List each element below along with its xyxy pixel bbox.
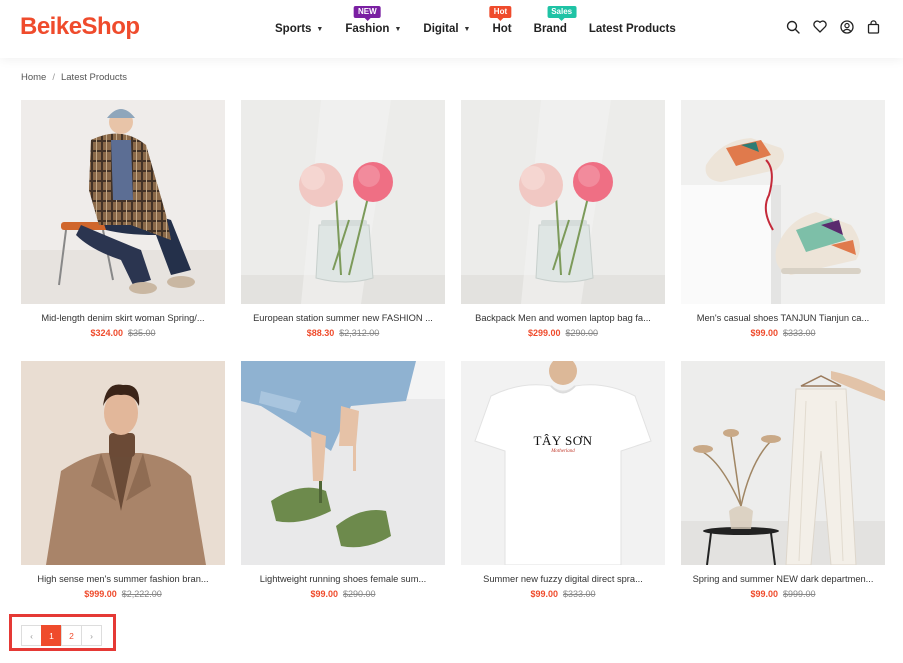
product-card[interactable]: Lightweight running shoes female sum... … bbox=[241, 361, 445, 599]
product-name[interactable]: Spring and summer NEW dark departmen... bbox=[681, 574, 885, 584]
product-old-price: $2,222.00 bbox=[121, 589, 162, 599]
product-prices: $99.00 $333.00 bbox=[461, 589, 665, 599]
main-nav: Sports ▼ NEW Fashion ▼ Digital ▼ Hot Hot… bbox=[275, 0, 676, 58]
product-name[interactable]: European station summer new FASHION ... bbox=[241, 313, 445, 323]
nav-label: Digital bbox=[423, 23, 459, 35]
product-image[interactable] bbox=[241, 100, 445, 304]
product-old-price: $35.00 bbox=[128, 328, 156, 338]
product-image[interactable] bbox=[21, 100, 225, 304]
nav-label: Latest Products bbox=[588, 23, 676, 35]
page-button-1[interactable]: 1 bbox=[41, 625, 62, 646]
product-image[interactable] bbox=[681, 100, 885, 304]
hot-badge: Hot bbox=[489, 6, 512, 18]
search-icon[interactable] bbox=[785, 19, 800, 34]
product-image[interactable] bbox=[681, 361, 885, 565]
product-price: $99.00 bbox=[750, 589, 778, 599]
product-card[interactable]: TÂY SƠN Motherland Summer new fuzzy digi… bbox=[461, 361, 665, 599]
product-old-price: $333.00 bbox=[562, 589, 596, 599]
tshirt-print-sub: Motherland bbox=[551, 449, 575, 454]
product-old-price: $2,312.00 bbox=[339, 328, 380, 338]
site-header: BeikeShop Sports ▼ NEW Fashion ▼ Digital… bbox=[0, 0, 903, 58]
heart-icon[interactable] bbox=[812, 19, 827, 34]
user-icon[interactable] bbox=[839, 19, 854, 34]
next-page-button[interactable]: › bbox=[81, 625, 102, 646]
breadcrumb: Home / Latest Products bbox=[21, 72, 127, 83]
nav-label: Fashion bbox=[345, 23, 390, 35]
product-card[interactable]: Backpack Men and women laptop bag fa... … bbox=[461, 100, 665, 338]
nav-latest-products[interactable]: Latest Products bbox=[589, 0, 676, 58]
product-name[interactable]: High sense men's summer fashion bran... bbox=[21, 574, 225, 584]
nav-hot[interactable]: Hot Hot bbox=[489, 0, 512, 58]
product-price: $99.00 bbox=[750, 328, 778, 338]
nav-label: Sports bbox=[275, 23, 312, 35]
caret-down-icon: ▼ bbox=[463, 25, 471, 33]
product-price: $999.00 bbox=[84, 589, 117, 599]
caret-down-icon: ▼ bbox=[394, 25, 402, 33]
product-prices: $324.00 $35.00 bbox=[21, 328, 225, 338]
nav-brand[interactable]: Sales Brand bbox=[533, 0, 577, 58]
tshirt-print-title: TÂY SƠN bbox=[533, 433, 593, 448]
product-name[interactable]: Summer new fuzzy digital direct spra... bbox=[461, 574, 665, 584]
page-button-2[interactable]: 2 bbox=[61, 625, 82, 646]
caret-down-icon: ▼ bbox=[316, 25, 324, 33]
product-old-price: $290.00 bbox=[565, 328, 599, 338]
nav-digital[interactable]: Digital ▼ bbox=[423, 0, 470, 58]
product-name[interactable]: Backpack Men and women laptop bag fa... bbox=[461, 313, 665, 323]
product-price: $88.30 bbox=[306, 328, 335, 338]
product-price: $99.00 bbox=[310, 589, 338, 599]
product-name[interactable]: Lightweight running shoes female sum... bbox=[241, 574, 445, 584]
product-card[interactable]: European station summer new FASHION ... … bbox=[241, 100, 445, 338]
pagination-highlight: ‹ 1 2 › bbox=[9, 614, 116, 651]
product-prices: $99.00 $999.00 bbox=[681, 589, 885, 599]
product-old-price: $290.00 bbox=[342, 589, 376, 599]
product-prices: $299.00 $290.00 bbox=[461, 328, 665, 338]
new-badge: NEW bbox=[354, 6, 381, 18]
product-prices: $88.30 $2,312.00 bbox=[241, 328, 445, 338]
product-prices: $99.00 $333.00 bbox=[681, 328, 885, 338]
product-card[interactable]: Men's casual shoes TANJUN Tianjun ca... … bbox=[681, 100, 885, 338]
product-old-price: $999.00 bbox=[782, 589, 816, 599]
product-price: $324.00 bbox=[90, 328, 123, 338]
product-card[interactable]: High sense men's summer fashion bran... … bbox=[21, 361, 225, 599]
sales-badge: Sales bbox=[547, 6, 577, 18]
product-old-price: $333.00 bbox=[782, 328, 816, 338]
breadcrumb-current: Latest Products bbox=[60, 72, 127, 83]
nav-sports[interactable]: Sports ▼ bbox=[275, 0, 323, 58]
product-name[interactable]: Mid-length denim skirt woman Spring/... bbox=[21, 313, 225, 323]
nav-label: Brand bbox=[533, 23, 567, 35]
product-prices: $99.00 $290.00 bbox=[241, 589, 445, 599]
breadcrumb-home[interactable]: Home bbox=[21, 72, 46, 83]
header-icons bbox=[785, 19, 881, 34]
cart-icon[interactable] bbox=[866, 19, 881, 34]
product-card[interactable]: Spring and summer NEW dark departmen... … bbox=[681, 361, 885, 599]
nav-label: Hot bbox=[492, 23, 512, 35]
product-image[interactable]: TÂY SƠN Motherland bbox=[461, 361, 665, 565]
product-image[interactable] bbox=[461, 100, 665, 304]
breadcrumb-separator: / bbox=[52, 72, 55, 83]
product-card[interactable]: Mid-length denim skirt woman Spring/... … bbox=[21, 100, 225, 338]
product-name[interactable]: Men's casual shoes TANJUN Tianjun ca... bbox=[681, 313, 885, 323]
pagination: ‹ 1 2 › bbox=[21, 625, 102, 646]
logo[interactable]: BeikeShop bbox=[20, 12, 140, 42]
nav-fashion[interactable]: NEW Fashion ▼ bbox=[345, 0, 401, 58]
product-prices: $999.00 $2,222.00 bbox=[21, 589, 225, 599]
product-price: $99.00 bbox=[530, 589, 558, 599]
product-price: $299.00 bbox=[527, 328, 561, 338]
product-image[interactable] bbox=[241, 361, 445, 565]
prev-page-button[interactable]: ‹ bbox=[21, 625, 42, 646]
product-image[interactable] bbox=[21, 361, 225, 565]
tshirt-print: TÂY SƠN Motherland bbox=[461, 433, 665, 454]
